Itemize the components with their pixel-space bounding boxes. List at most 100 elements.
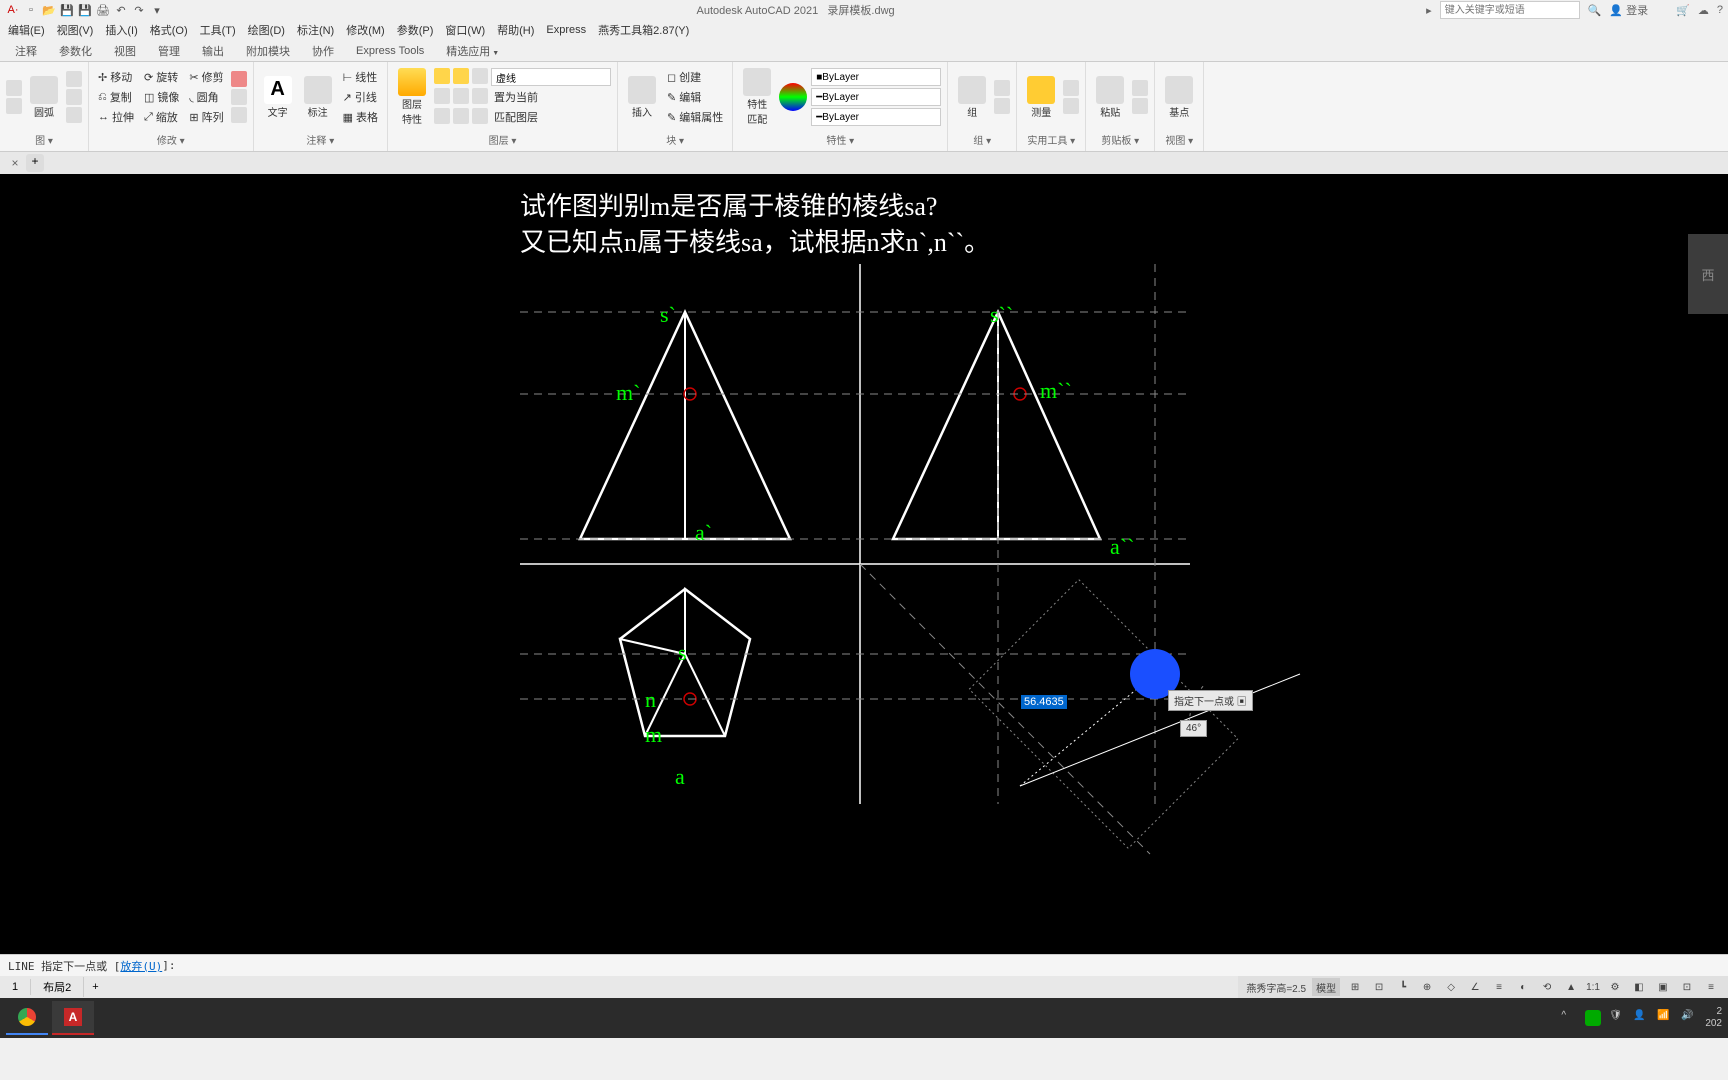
cloud-icon[interactable]: ☁ (1698, 4, 1709, 17)
offset-icon[interactable] (231, 107, 247, 123)
clean-icon[interactable]: ⊡ (1678, 978, 1696, 996)
layer-lock-icon[interactable] (472, 68, 488, 84)
dim-icon[interactable] (304, 76, 332, 104)
new-icon[interactable]: ▫ (23, 2, 39, 18)
mirror-button[interactable]: ◫ 镜像 (141, 88, 182, 106)
search-input[interactable] (1440, 1, 1580, 19)
layer-iso-icon[interactable] (434, 88, 450, 104)
fillet-button[interactable]: ◟ 圆角 (186, 88, 226, 106)
hatch-icon[interactable] (66, 107, 82, 123)
group-icon[interactable] (958, 76, 986, 104)
menu-param[interactable]: 参数(P) (397, 22, 434, 38)
clock-time[interactable]: 2 (1705, 1006, 1722, 1018)
ungroup-icon[interactable] (994, 80, 1010, 96)
undo-icon[interactable]: ↶ (113, 2, 129, 18)
array-button[interactable]: ⊞ 阵列 (186, 108, 226, 126)
lineweight-selector[interactable]: ━ ByLayer (811, 88, 941, 106)
tab-featured[interactable]: 精选应用 (436, 40, 509, 62)
snap-icon[interactable]: ⊡ (1370, 978, 1388, 996)
match-layer-button[interactable]: 匹配图层 (491, 108, 541, 126)
tray-people-icon[interactable]: 👤 (1633, 1010, 1649, 1026)
rotate-button[interactable]: ⟳ 旋转 (141, 68, 182, 86)
cart-icon[interactable]: 🛒 (1676, 4, 1690, 17)
layout-add-button[interactable]: + (84, 979, 106, 995)
tray-ime-icon[interactable] (1585, 1010, 1601, 1026)
model-button[interactable]: 模型 (1312, 978, 1340, 996)
qat-more-icon[interactable]: ▾ (149, 2, 165, 18)
search-trigger-icon[interactable]: ▸ (1426, 4, 1432, 17)
layer-props-icon[interactable] (398, 68, 426, 96)
layer-p1-icon[interactable] (434, 108, 450, 124)
edit-block-button[interactable]: ✎ 编辑 (664, 88, 726, 106)
cycling-icon[interactable]: ⟲ (1538, 978, 1556, 996)
print-icon[interactable]: 🖨 (95, 2, 111, 18)
polar-icon[interactable]: ⊕ (1418, 978, 1436, 996)
annoscale-icon[interactable]: ▲ (1562, 978, 1580, 996)
set-current-button[interactable]: 置为当前 (491, 88, 541, 106)
close-tab-button[interactable]: × (8, 156, 22, 170)
osnap-icon[interactable]: ◇ (1442, 978, 1460, 996)
menu-edit[interactable]: 编辑(E) (8, 22, 45, 38)
tray-wifi-icon[interactable]: 📶 (1657, 1010, 1673, 1026)
menu-yanxiu[interactable]: 燕秀工具箱2.87(Y) (598, 22, 689, 38)
menu-modify[interactable]: 修改(M) (346, 22, 385, 38)
tab-output[interactable]: 输出 (192, 40, 234, 62)
tab-parametric[interactable]: 参数化 (49, 40, 102, 62)
erase-icon[interactable] (231, 71, 247, 87)
tab-collab[interactable]: 协作 (302, 40, 344, 62)
menu-insert[interactable]: 插入(I) (105, 22, 137, 38)
tab-express[interactable]: Express Tools (346, 42, 434, 60)
group-edit-icon[interactable] (994, 98, 1010, 114)
layer-p3-icon[interactable] (472, 108, 488, 124)
layer-off-icon[interactable] (453, 68, 469, 84)
tray-volume-icon[interactable]: 🔊 (1681, 1010, 1697, 1026)
hardware-icon[interactable]: ▣ (1654, 978, 1672, 996)
insert-block-icon[interactable] (628, 76, 656, 104)
table-button[interactable]: ▦ 表格 (340, 108, 381, 126)
props-palette-icon[interactable] (779, 83, 807, 111)
layer-uniso-icon[interactable] (453, 88, 469, 104)
cmd-option-undo[interactable]: 放弃(U) (120, 958, 162, 974)
cut-icon[interactable] (1132, 80, 1148, 96)
layer-freeze-icon[interactable] (434, 68, 450, 84)
otrack-icon[interactable]: ∠ (1466, 978, 1484, 996)
scale-button[interactable]: ⤢ 缩放 (141, 108, 182, 126)
ortho-icon[interactable]: ┗ (1394, 978, 1412, 996)
leader-button[interactable]: ↗ 引线 (340, 88, 381, 106)
line-icon[interactable] (6, 80, 22, 96)
edit-attr-button[interactable]: ✎ 编辑属性 (664, 108, 726, 126)
layout-tab-1[interactable]: 1 (0, 979, 31, 995)
linear-button[interactable]: ⊢ 线性 (340, 68, 381, 86)
paste-icon[interactable] (1096, 76, 1124, 104)
stretch-button[interactable]: ↔ 拉伸 (95, 108, 137, 126)
layer-p2-icon[interactable] (453, 108, 469, 124)
login-button[interactable]: 👤 登录 (1609, 2, 1648, 18)
text-icon[interactable]: A (264, 76, 292, 104)
gear-icon[interactable]: ⚙ (1606, 978, 1624, 996)
saveas-icon[interactable]: 💾 (77, 2, 93, 18)
layout-tab-2[interactable]: 布局2 (31, 977, 84, 997)
layer-selector[interactable]: 虚线 (491, 68, 611, 86)
match-props-icon[interactable] (743, 68, 771, 96)
menu-tools[interactable]: 工具(T) (200, 22, 236, 38)
select-icon[interactable] (1063, 98, 1079, 114)
calc-icon[interactable] (1063, 80, 1079, 96)
circle-icon[interactable] (66, 71, 82, 87)
search-icon[interactable]: 🔍 (1588, 4, 1602, 17)
dynamic-angle-input[interactable]: 46° (1180, 720, 1207, 737)
linetype-selector[interactable]: ━ ByLayer (811, 108, 941, 126)
polyline-icon[interactable] (6, 98, 22, 114)
transparency-icon[interactable]: ◐ (1514, 978, 1532, 996)
menu-draw[interactable]: 绘图(D) (248, 22, 285, 38)
move-button[interactable]: ✢ 移动 (95, 68, 137, 86)
menu-express[interactable]: Express (546, 24, 586, 36)
measure-icon[interactable] (1027, 76, 1055, 104)
tray-expand-icon[interactable]: ^ (1561, 1010, 1577, 1026)
scale-display[interactable]: 1:1 (1586, 982, 1600, 993)
arc-icon[interactable] (30, 76, 58, 104)
copy-clip-icon[interactable] (1132, 98, 1148, 114)
menu-window[interactable]: 窗口(W) (445, 22, 485, 38)
copy-button[interactable]: ⎌ 复制 (95, 88, 137, 106)
explode-icon[interactable] (231, 89, 247, 105)
rect-icon[interactable] (66, 89, 82, 105)
